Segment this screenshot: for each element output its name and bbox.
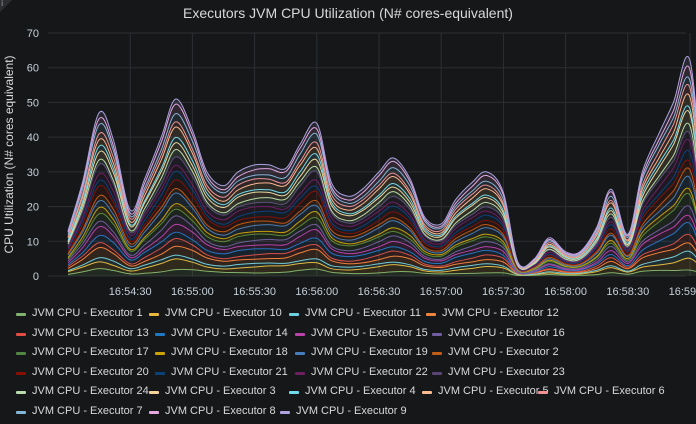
legend-swatch: [16, 333, 26, 336]
legend-label: JVM CPU - Executor 16: [448, 327, 565, 340]
legend-row: JVM CPU - Executor 24 JVM CPU - Executor …: [16, 385, 696, 405]
y-axis-label: CPU Utilization (N# cores equivalent): [2, 55, 16, 253]
chart-area[interactable]: 0 10 20 30 40 50 60 70 16:54:30 16:55:00 16:55:30 1…: [0, 22, 696, 300]
legend-label: JVM CPU - Executor 10: [165, 307, 282, 320]
legend-swatch: [155, 372, 165, 375]
legend-label: JVM CPU - Executor 19: [311, 346, 428, 359]
legend-label: JVM CPU - Executor 5: [438, 385, 549, 398]
x-tick-label: 16:56:30: [358, 286, 401, 298]
legend-label: JVM CPU - Executor 24: [32, 385, 149, 398]
legend-swatch: [16, 352, 26, 355]
legend-swatch: [295, 372, 305, 375]
legend-swatch: [149, 411, 159, 414]
x-tick-label: 16:58:00: [544, 286, 587, 298]
x-tick-label: 16:58:30: [606, 286, 649, 298]
legend-swatch: [16, 372, 26, 375]
legend-swatch: [289, 391, 299, 394]
y-tick-label: 40: [27, 132, 39, 144]
legend-label: JVM CPU - Executor 2: [448, 346, 559, 359]
legend-swatch: [432, 352, 442, 355]
legend-swatch: [289, 313, 299, 316]
x-tick-label: 16:54:30: [109, 286, 152, 298]
y-tick-label: 50: [27, 97, 39, 109]
legend-swatch: [149, 313, 159, 316]
legend-label: JVM CPU - Executor 11: [305, 307, 421, 320]
legend-label: JVM CPU - Executor 18: [171, 346, 288, 359]
legend-swatch: [538, 391, 548, 394]
legend-swatch: [432, 333, 442, 336]
legend-swatch: [155, 333, 165, 336]
legend-row: JVM CPU - Executor 17 JVM CPU - Executor …: [16, 346, 696, 366]
legend-swatch: [155, 352, 165, 355]
legend-swatch: [16, 411, 26, 414]
legend-label: JVM CPU - Executor 23: [448, 366, 565, 379]
legend-swatch: [422, 391, 432, 394]
x-tick-label: 16:55:30: [233, 286, 276, 298]
legend-label: JVM CPU - Executor 9: [296, 405, 407, 418]
legend-row: JVM CPU - Executor 7 JVM CPU - Executor 8…: [16, 405, 696, 424]
y-tick-label: 10: [27, 236, 39, 248]
legend: JVM CPU - Executor 1 JVM CPU - Executor 1…: [16, 307, 696, 424]
y-tick-label: 20: [27, 202, 39, 214]
legend-label: JVM CPU - Executor 14: [171, 327, 288, 340]
y-tick-label: 0: [33, 271, 39, 283]
graph-panel: i Executors JVM CPU Utilization (N# core…: [0, 0, 696, 415]
legend-swatch: [432, 372, 442, 375]
legend-label: JVM CPU - Executor 4: [305, 385, 416, 398]
legend-row: JVM CPU - Executor 20 JVM CPU - Executor …: [16, 366, 696, 386]
legend-label: JVM CPU - Executor 22: [311, 366, 428, 379]
legend-swatch: [16, 313, 26, 316]
legend-label: JVM CPU - Executor 15: [311, 327, 428, 340]
legend-swatch: [16, 391, 26, 394]
legend-label: JVM CPU - Executor 12: [442, 307, 559, 320]
legend-row: JVM CPU - Executor 1 JVM CPU - Executor 1…: [16, 307, 696, 327]
legend-label: JVM CPU - Executor 20: [32, 366, 149, 379]
x-tick-label: 16:57:00: [420, 286, 463, 298]
legend-row: JVM CPU - Executor 13 JVM CPU - Executor …: [16, 327, 696, 347]
x-tick-label: 16:55:00: [171, 286, 214, 298]
x-tick-label: 16:59:00: [669, 286, 696, 298]
x-tick-label: 16:56:00: [295, 286, 338, 298]
legend-swatch: [426, 313, 436, 316]
legend-label: JVM CPU - Executor 8: [165, 405, 276, 418]
legend-label: JVM CPU - Executor 6: [554, 385, 665, 398]
series-group: [68, 56, 696, 276]
legend-label: JVM CPU - Executor 3: [165, 385, 276, 398]
y-tick-label: 70: [27, 28, 39, 40]
legend-label: JVM CPU - Executor 1: [32, 307, 143, 320]
legend-swatch: [149, 391, 159, 394]
legend-label: JVM CPU - Executor 17: [32, 346, 149, 359]
x-tick-label: 16:57:30: [482, 286, 525, 298]
y-tick-label: 60: [27, 63, 39, 75]
legend-label: JVM CPU - Executor 21: [171, 366, 288, 379]
legend-label: JVM CPU - Executor 7: [32, 405, 143, 418]
legend-label: JVM CPU - Executor 13: [32, 327, 149, 340]
panel-title[interactable]: Executors JVM CPU Utilization (N# cores-…: [0, 5, 696, 21]
legend-swatch: [295, 352, 305, 355]
legend-swatch: [295, 333, 305, 336]
y-tick-label: 30: [27, 167, 39, 179]
legend-swatch: [280, 411, 290, 414]
